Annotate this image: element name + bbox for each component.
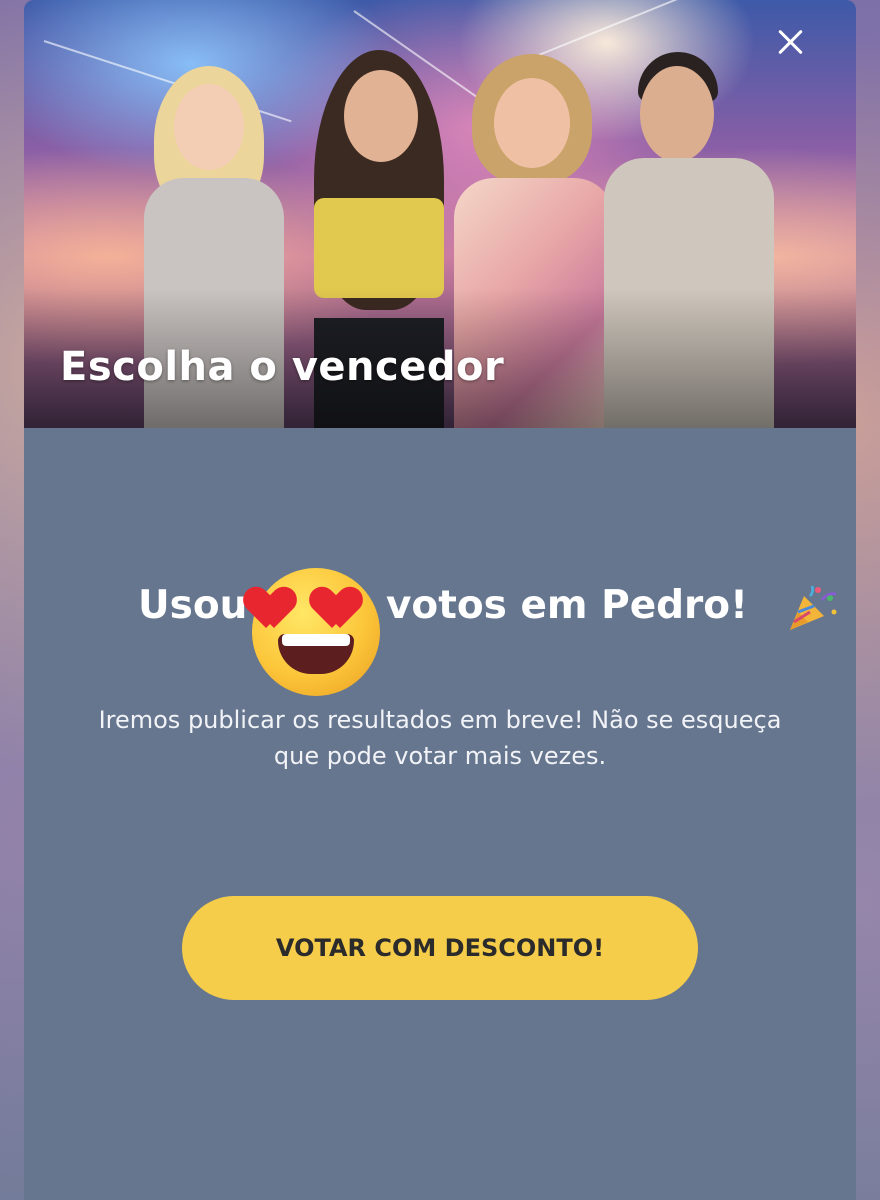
headline-prefix: Usou [138, 583, 248, 628]
result-message: Iremos publicar os resultados em breve! … [98, 706, 782, 770]
close-icon[interactable] [772, 24, 808, 60]
smile-mouth [278, 634, 354, 674]
heart-eyes-emoji-icon [252, 568, 380, 696]
vote-result-modal: Escolha o vencedor Usou votos em Pedro! … [24, 0, 856, 1200]
heart-icon [322, 588, 370, 630]
vote-discount-button[interactable]: VOTAR COM DESCONTO! [182, 896, 698, 1000]
heart-icon [256, 588, 304, 630]
party-popper-icon [790, 585, 837, 630]
headline-suffix: votos em Pedro! [386, 583, 748, 628]
hero-banner: Escolha o vencedor [24, 0, 856, 428]
vote-result-headline: Usou votos em Pedro! [138, 583, 838, 643]
hero-title: Escolha o vencedor [60, 344, 505, 390]
